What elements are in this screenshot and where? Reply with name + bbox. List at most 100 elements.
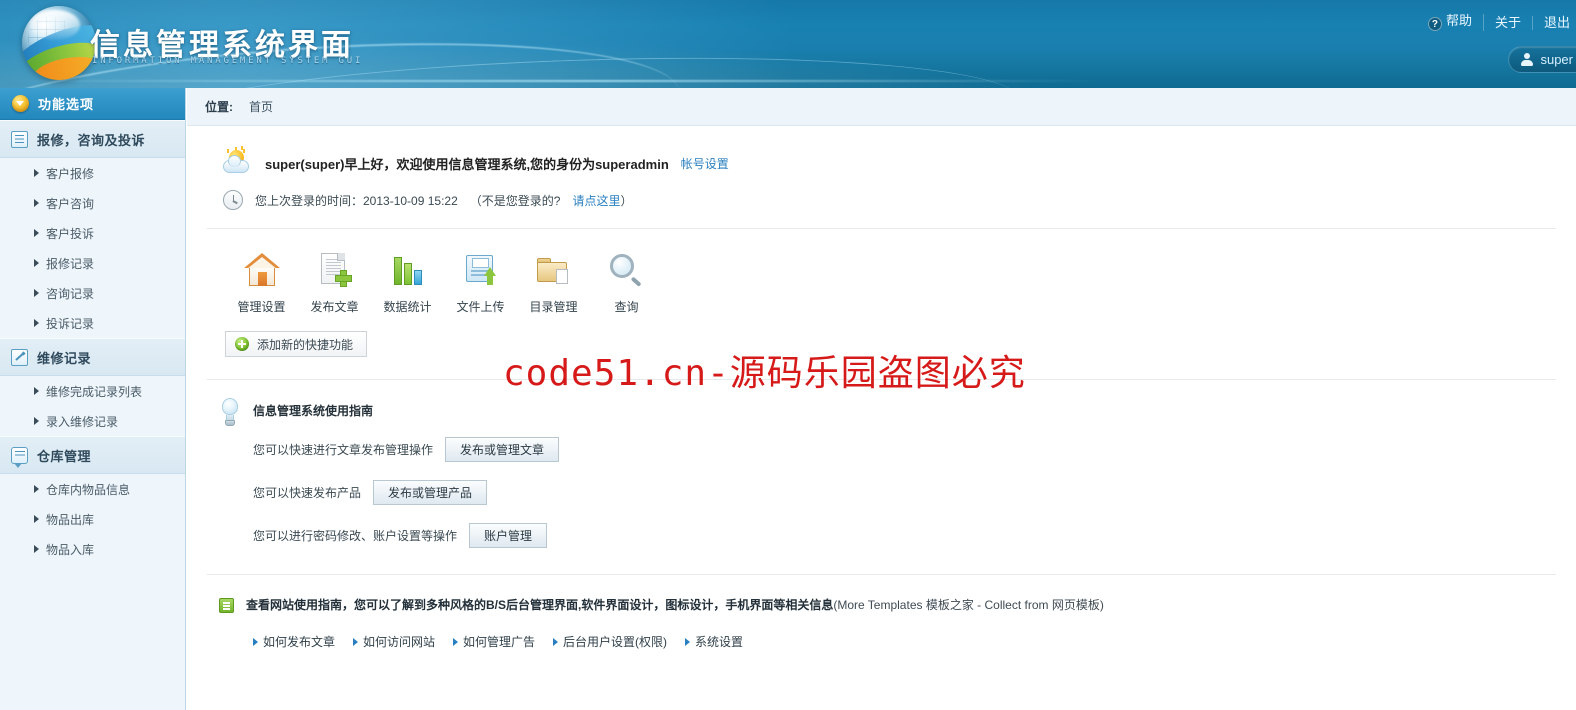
- caret-right-icon: [34, 169, 39, 177]
- shortcut-label: 目录管理: [529, 300, 578, 314]
- content-body: super(super)早上好，欢迎使用信息管理系统,您的身份为superadm…: [187, 126, 1576, 650]
- caret-right-icon: [553, 637, 559, 646]
- about-link[interactable]: 关于: [1484, 15, 1533, 30]
- sidebar-item-wupin-ruku[interactable]: 物品入库: [0, 534, 185, 564]
- welcome-message: super(super)早上好，欢迎使用信息管理系统,您的身份为superadm…: [265, 156, 669, 172]
- link-how-to-visit-site[interactable]: 如何访问网站: [353, 633, 435, 650]
- file-upload-icon: [461, 251, 501, 289]
- sidebar-item-kehu-tousu[interactable]: 客户投诉: [0, 218, 185, 248]
- shortcut-guanli-shezhi[interactable]: 管理设置: [225, 251, 298, 315]
- account-manage-button[interactable]: 账户管理: [469, 523, 548, 548]
- sidebar-item-label: 报修记录: [46, 256, 95, 271]
- sidebar-group-weixiu[interactable]: 维修记录: [0, 338, 185, 376]
- chart-bar-3: [413, 270, 422, 285]
- sidebar-item-label: 咨询记录: [46, 286, 95, 301]
- bottom-link-label: 如何管理广告: [463, 635, 536, 649]
- help-link-label: 帮助: [1445, 13, 1472, 28]
- guide-row-article: 您可以快速进行文章发布管理操作 发布或管理文章: [253, 437, 560, 462]
- sidebar-group-cangku[interactable]: 仓库管理: [0, 436, 185, 474]
- last-login-row: 您上次登录的时间：2013-10-09 15:22 （不是您登录的? 请点这里）: [207, 176, 1556, 210]
- shortcut-shuju-tongji[interactable]: 数据统计: [371, 251, 444, 315]
- bottom-notice-main: 查看网站使用指南，您可以了解到多种风格的B/S后台管理界面,软件界面设计，图标设…: [246, 598, 834, 612]
- caret-right-icon: [34, 417, 39, 425]
- sidebar-item-label: 客户投诉: [46, 226, 95, 241]
- link-system-settings[interactable]: 系统设置: [685, 633, 743, 650]
- bulb-glass: [222, 398, 238, 415]
- shortcut-fabu-wenzhang[interactable]: 发布文章: [298, 251, 371, 315]
- breadcrumb: 位置: 首页: [187, 88, 1576, 126]
- shortcut-wenjian-shangchuan[interactable]: 文件上传: [444, 251, 517, 315]
- app-logo: [22, 6, 96, 80]
- guide-title: 信息管理系统使用指南: [253, 404, 374, 418]
- sidebar-item-luru-weixiu-jilu[interactable]: 录入维修记录: [0, 406, 185, 436]
- sidebar: 功能选项 报修，咨询及投诉 客户报修 客户咨询 客户投诉 报修记录 咨询记录 投…: [0, 88, 186, 710]
- publish-manage-product-button[interactable]: 发布或管理产品: [373, 480, 488, 505]
- publish-manage-article-button[interactable]: 发布或管理文章: [445, 437, 560, 462]
- sidebar-item-label: 维修完成记录列表: [46, 384, 143, 399]
- chart-bar-1: [393, 257, 402, 285]
- sidebar-group-label: 维修记录: [37, 350, 92, 366]
- sidebar-item-label: 客户报修: [46, 166, 95, 181]
- chat-icon: [11, 446, 28, 468]
- guide-section: 信息管理系统使用指南 您可以快速进行文章发布管理操作 发布或管理文章 您可以快速…: [207, 380, 1556, 548]
- shortcut-mulu-guanli[interactable]: 目录管理: [517, 251, 590, 315]
- caret-right-icon: [34, 485, 39, 493]
- add-shortcut-button[interactable]: 添加新的快捷功能: [225, 331, 368, 357]
- link-how-to-manage-ads[interactable]: 如何管理广告: [453, 633, 535, 650]
- caret-right-icon: [34, 319, 39, 327]
- caret-right-icon: [34, 515, 39, 523]
- sidebar-item-kehu-baoxiu[interactable]: 客户报修: [0, 158, 185, 188]
- sidebar-group-label: 仓库管理: [37, 448, 92, 464]
- sidebar-item-wupin-chuku[interactable]: 物品出库: [0, 504, 185, 534]
- sidebar-item-label: 物品入库: [46, 542, 95, 557]
- application-window: 信息管理系统界面 INFORMATION MANAGEMENT SYSTEM G…: [0, 0, 1576, 710]
- link-how-to-publish-article[interactable]: 如何发布文章: [253, 633, 335, 650]
- sidebar-item-tousu-jilu[interactable]: 投诉记录: [0, 308, 185, 338]
- last-login-question: （不是您登录的?: [469, 193, 561, 208]
- sidebar-item-zixun-jilu[interactable]: 咨询记录: [0, 278, 185, 308]
- sidebar-item-baoxiu-jilu[interactable]: 报修记录: [0, 248, 185, 278]
- sidebar-item-weixiu-wancheng-liebiao[interactable]: 维修完成记录列表: [0, 376, 185, 406]
- caret-right-icon: [453, 637, 459, 646]
- current-user-name: super: [1540, 52, 1573, 67]
- chart-bar-2: [403, 263, 412, 285]
- caret-right-icon: [34, 259, 39, 267]
- sidebar-panel-header[interactable]: 功能选项: [0, 88, 185, 120]
- clock-icon: [223, 190, 243, 210]
- app-header: 信息管理系统界面 INFORMATION MANAGEMENT SYSTEM G…: [0, 0, 1576, 88]
- caret-right-icon: [253, 637, 258, 646]
- breadcrumb-label: 位置:: [205, 100, 233, 114]
- sidebar-item-label: 客户咨询: [46, 196, 95, 211]
- bottom-section: 查看网站使用指南，您可以了解到多种风格的B/S后台管理界面,软件界面设计，图标设…: [207, 575, 1556, 650]
- bottom-link-label: 如何发布文章: [263, 635, 336, 649]
- shortcut-bar: 管理设置 发布文章 数据统计 文件上传 目录管理 查询: [207, 229, 1556, 315]
- lightbulb-icon: [219, 398, 241, 428]
- home-icon: [242, 251, 282, 289]
- sidebar-group-baoxiu[interactable]: 报修，咨询及投诉: [0, 120, 185, 158]
- caret-right-icon: [34, 289, 39, 297]
- user-icon: [1521, 53, 1534, 66]
- folder-icon: [534, 251, 574, 289]
- sidebar-item-cangku-wupin-xinxi[interactable]: 仓库内物品信息: [0, 474, 185, 504]
- sidebar-panel-title: 功能选项: [38, 97, 95, 112]
- help-link[interactable]: ? 帮助: [1417, 14, 1484, 31]
- not-you-link[interactable]: 请点这里: [572, 194, 620, 208]
- pencil-icon: [11, 348, 28, 366]
- link-backend-user-settings[interactable]: 后台用户设置(权限): [553, 633, 667, 650]
- shortcut-chaxun[interactable]: 查询: [590, 251, 663, 315]
- bottom-notice: 查看网站使用指南，您可以了解到多种风格的B/S后台管理界面,软件界面设计，图标设…: [246, 597, 1104, 613]
- account-settings-link[interactable]: 帐号设置: [681, 155, 729, 172]
- magnifier-handle: [630, 276, 642, 287]
- shortcut-label: 查询: [614, 300, 639, 314]
- logout-link[interactable]: 退出: [1533, 15, 1576, 30]
- guide-row-text: 您可以快速发布产品: [253, 486, 362, 500]
- breadcrumb-current[interactable]: 首页: [249, 98, 273, 115]
- current-user-badge[interactable]: super: [1508, 46, 1576, 73]
- bottom-notice-paren: (More Templates 模板之家 - Collect from 网页模板…: [833, 598, 1104, 612]
- last-login-text: 您上次登录的时间：2013-10-09 15:22: [255, 193, 458, 208]
- add-shortcut-label: 添加新的快捷功能: [257, 337, 354, 352]
- bottom-link-label: 如何访问网站: [363, 635, 436, 649]
- document-fold: [336, 253, 345, 261]
- header-decoration-glow: [0, 80, 1100, 82]
- sidebar-item-kehu-zixun[interactable]: 客户咨询: [0, 188, 185, 218]
